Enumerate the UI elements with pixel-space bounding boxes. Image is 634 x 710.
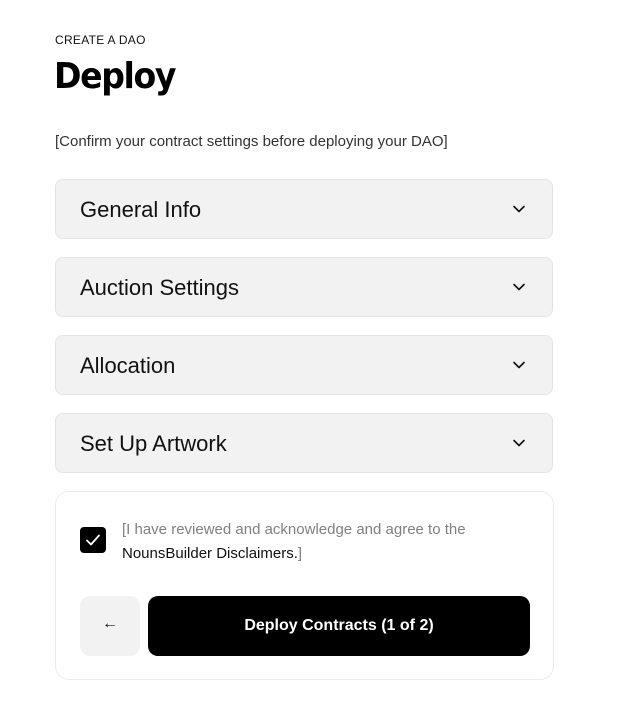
disclaimer-text: [I have reviewed and acknowledge and agr… (122, 518, 522, 566)
accordion-allocation[interactable]: Allocation (55, 335, 553, 395)
chevron-down-icon (513, 439, 525, 447)
disclaimer-prefix: [I have reviewed and acknowledge and agr… (122, 521, 466, 538)
arrow-left-icon: ← (102, 615, 118, 632)
accordion-label: General Info (80, 197, 202, 222)
accordion-label: Set Up Artwork (80, 431, 227, 456)
disclaimer-checkbox[interactable] (80, 527, 106, 553)
disclaimers-link[interactable]: NounsBuilder Disclaimers. (122, 545, 298, 562)
accordion-set-up-artwork[interactable]: Set Up Artwork (55, 413, 553, 473)
eyebrow-label: CREATE A DAO (55, 33, 146, 47)
checkmark-icon (86, 534, 100, 546)
page-subtitle: [Confirm your contract settings before d… (55, 133, 448, 150)
accordion-auction-settings[interactable]: Auction Settings (55, 257, 553, 317)
chevron-down-icon (513, 205, 525, 213)
accordion-label: Allocation (80, 353, 176, 378)
disclaimer-suffix: ] (297, 545, 303, 562)
back-button[interactable]: ← (80, 596, 140, 656)
deploy-contracts-button[interactable]: Deploy Contracts (1 of 2) (148, 596, 530, 656)
accordion-label: Auction Settings (80, 275, 239, 300)
confirm-card: [I have reviewed and acknowledge and agr… (55, 491, 554, 680)
page-title: Deploy (54, 56, 176, 97)
chevron-down-icon (513, 361, 525, 369)
accordion-general-info[interactable]: General Info (55, 179, 553, 239)
chevron-down-icon (513, 283, 525, 291)
